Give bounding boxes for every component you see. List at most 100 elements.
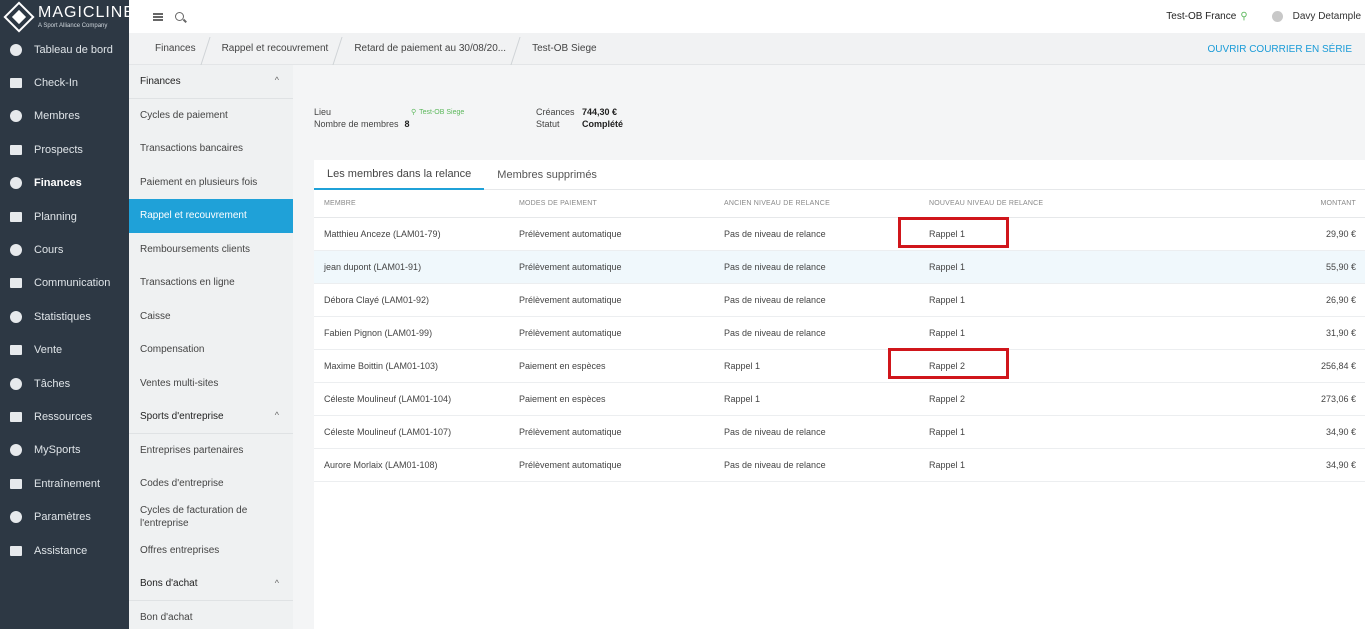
nav-item[interactable]: Ressources	[0, 400, 129, 433]
avatar[interactable]	[1271, 11, 1283, 22]
finance-submenu: Finances ^ Cycles de paiement Transactions …	[129, 65, 293, 629]
table-row[interactable]: Maxime Boittin (LAM01-103) Paiement en es…	[314, 348, 1365, 383]
logo[interactable]: MAGICLINE A Sport Alliance Company	[0, 0, 134, 33]
summary-left: Lieu ⚲ Test-OB Siege Nombre de membres 8	[314, 106, 464, 130]
submenu-item[interactable]: Ventes multi-sites	[129, 367, 293, 401]
cell-old-level-text: Pas de niveau de relance	[724, 229, 826, 239]
cell-member-text: Aurore Morlaix (LAM01-108)	[324, 460, 438, 470]
nav-item[interactable]: Tâches	[0, 367, 129, 400]
breadcrumb-item[interactable]: Rappel et recouvrement	[209, 33, 342, 65]
table-row[interactable]: jean dupont (LAM01-91) Prélèvement automa…	[314, 251, 1365, 284]
nav-item[interactable]: MySports	[0, 434, 129, 467]
brand-name: MAGICLINE	[38, 3, 136, 21]
mysports-icon-glyph	[9, 444, 22, 457]
cell-old-level: Pas de niveau de relance	[724, 295, 929, 305]
cell-old-level-text: Rappel 1	[724, 361, 761, 371]
submenu-item[interactable]: Entreprises partenaires	[129, 434, 293, 468]
dashboard-icon	[9, 43, 22, 56]
cell-new-level: Rappel 2	[929, 394, 1229, 404]
location-label: Lieu	[314, 107, 332, 117]
submenu-section-header[interactable]: Finances ^	[129, 65, 293, 99]
submenu-item-label: Sports d'entreprise	[140, 410, 224, 422]
nav-item[interactable]: Vente	[0, 334, 129, 367]
cell-amount: 26,90 €	[1229, 295, 1365, 305]
column-header-member[interactable]: Membre	[314, 200, 519, 207]
cell-payment-mode-text: Prélèvement automatique	[519, 262, 622, 272]
submenu-item[interactable]: Compensation	[129, 333, 293, 367]
breadcrumb-item[interactable]: Finances	[129, 33, 209, 65]
nav-item[interactable]: Assistance	[0, 534, 129, 567]
logo-icon	[3, 0, 35, 33]
table-row[interactable]: Aurore Morlaix (LAM01-108) Prélèvement au…	[314, 449, 1365, 482]
table-row[interactable]: Céleste Moulineuf (LAM01-107) Prélèvement…	[314, 416, 1365, 449]
column-header-old-level[interactable]: Ancien niveau de relance	[724, 200, 929, 207]
breadcrumb-item[interactable]: Retard de paiement au 30/08/20...	[341, 33, 519, 65]
tab-members-in-dunning[interactable]: Les membres dans la relance	[314, 160, 485, 190]
cell-new-level: Rappel 1	[929, 328, 1229, 338]
tab-deleted-members[interactable]: Membres supprimés	[484, 160, 610, 190]
chart-icon-glyph	[9, 310, 22, 323]
submenu-item[interactable]: Bon d'achat	[129, 601, 293, 629]
nav-item-label: Check-In	[34, 77, 79, 90]
chevron-up-icon[interactable]: ^	[275, 578, 279, 590]
tasks-icon	[9, 377, 22, 390]
nav-item[interactable]: Statistiques	[0, 300, 129, 333]
submenu-item-label: Ventes multi-sites	[140, 377, 219, 389]
chat-icon	[9, 277, 22, 289]
submenu-item[interactable]: Caisse	[129, 300, 293, 334]
open-batch-letter-button[interactable]: OUVRIR COURRIER EN SÉRIE	[1208, 33, 1352, 65]
table-row[interactable]: Matthieu Anceze (LAM01-79) Prélèvement au…	[314, 217, 1365, 251]
submenu-item[interactable]: Transactions bancaires	[129, 132, 293, 166]
submenu-item[interactable]: Cycles de paiement	[129, 99, 293, 133]
cell-new-level-text: Rappel 1	[929, 328, 966, 338]
nav-item-label: Statistiques	[34, 310, 91, 323]
nav-item[interactable]: Entraînement	[0, 467, 129, 500]
menu-icon[interactable]	[153, 12, 163, 21]
nav-item[interactable]: Membres	[0, 100, 129, 133]
chevron-up-icon[interactable]: ^	[275, 410, 279, 422]
nav-item-label: Paramètres	[34, 511, 91, 524]
nav-item[interactable]: Paramètres	[0, 500, 129, 533]
tab-bar: Les membres dans la relance Membres supp…	[314, 160, 1365, 190]
nav-item[interactable]: Cours	[0, 233, 129, 266]
cell-new-level-text: Rappel 1	[929, 427, 966, 437]
submenu-item[interactable]: Offres entreprises	[129, 534, 293, 568]
cell-amount: 31,90 €	[1229, 328, 1365, 338]
table-header: Membre Modes de paiement Ancien niveau d…	[314, 190, 1365, 218]
nav-item-label: Planning	[34, 210, 77, 223]
column-header-payment-mode[interactable]: Modes de paiement	[519, 200, 724, 207]
chevron-up-icon[interactable]: ^	[275, 75, 279, 87]
table-row[interactable]: Débora Clayé (LAM01-92) Prélèvement autom…	[314, 284, 1365, 317]
cell-amount-text: 55,90 €	[1325, 262, 1356, 272]
submenu-item[interactable]: Cycles de facturation de l'entreprise	[129, 501, 293, 535]
nav-item[interactable]: Finances	[0, 167, 129, 200]
location-pin-icon: ⚲	[411, 109, 417, 116]
cell-amount-text: 34,90 €	[1325, 427, 1356, 437]
table-row[interactable]: Céleste Moulineuf (LAM01-104) Paiement en…	[314, 383, 1365, 416]
submenu-item[interactable]: Paiement en plusieurs fois	[129, 166, 293, 200]
submenu-item[interactable]: Remboursements clients	[129, 233, 293, 267]
submenu-item[interactable]: Rappel et recouvrement	[129, 199, 293, 233]
submenu-item[interactable]: Codes d'entreprise	[129, 467, 293, 501]
cell-member: Fabien Pignon (LAM01-99)	[314, 328, 519, 338]
column-header-new-level[interactable]: Nouveau niveau de relance	[929, 200, 1229, 207]
table-row[interactable]: Fabien Pignon (LAM01-99) Prélèvement auto…	[314, 317, 1365, 350]
column-header-amount[interactable]: Montant	[1229, 200, 1365, 207]
submenu-section-header[interactable]: Sports d'entreprise ^	[129, 400, 293, 434]
cell-new-level: Rappel 1	[898, 217, 1229, 248]
nav-item[interactable]: Planning	[0, 200, 129, 233]
nav-item[interactable]: Check-In	[0, 66, 129, 99]
members-icon-glyph	[9, 110, 22, 123]
nav-item[interactable]: Tableau de bord	[0, 33, 129, 66]
org-name[interactable]: Test-OB France	[1166, 11, 1236, 22]
search-icon[interactable]	[175, 12, 184, 21]
nav-item[interactable]: Prospects	[0, 133, 129, 166]
nav-item[interactable]: Communication	[0, 267, 129, 300]
submenu-section-header[interactable]: Bons d'achat ^	[129, 568, 293, 601]
cell-amount-text: 26,90 €	[1325, 295, 1356, 305]
submenu-item[interactable]: Transactions en ligne	[129, 266, 293, 300]
user-name[interactable]: Davy Detample	[1293, 11, 1361, 22]
finances-icon	[9, 177, 22, 190]
main-content: Lieu ⚲ Test-OB Siege Nombre de membres 8 …	[293, 65, 1365, 629]
cell-old-level: Rappel 1	[724, 394, 929, 404]
